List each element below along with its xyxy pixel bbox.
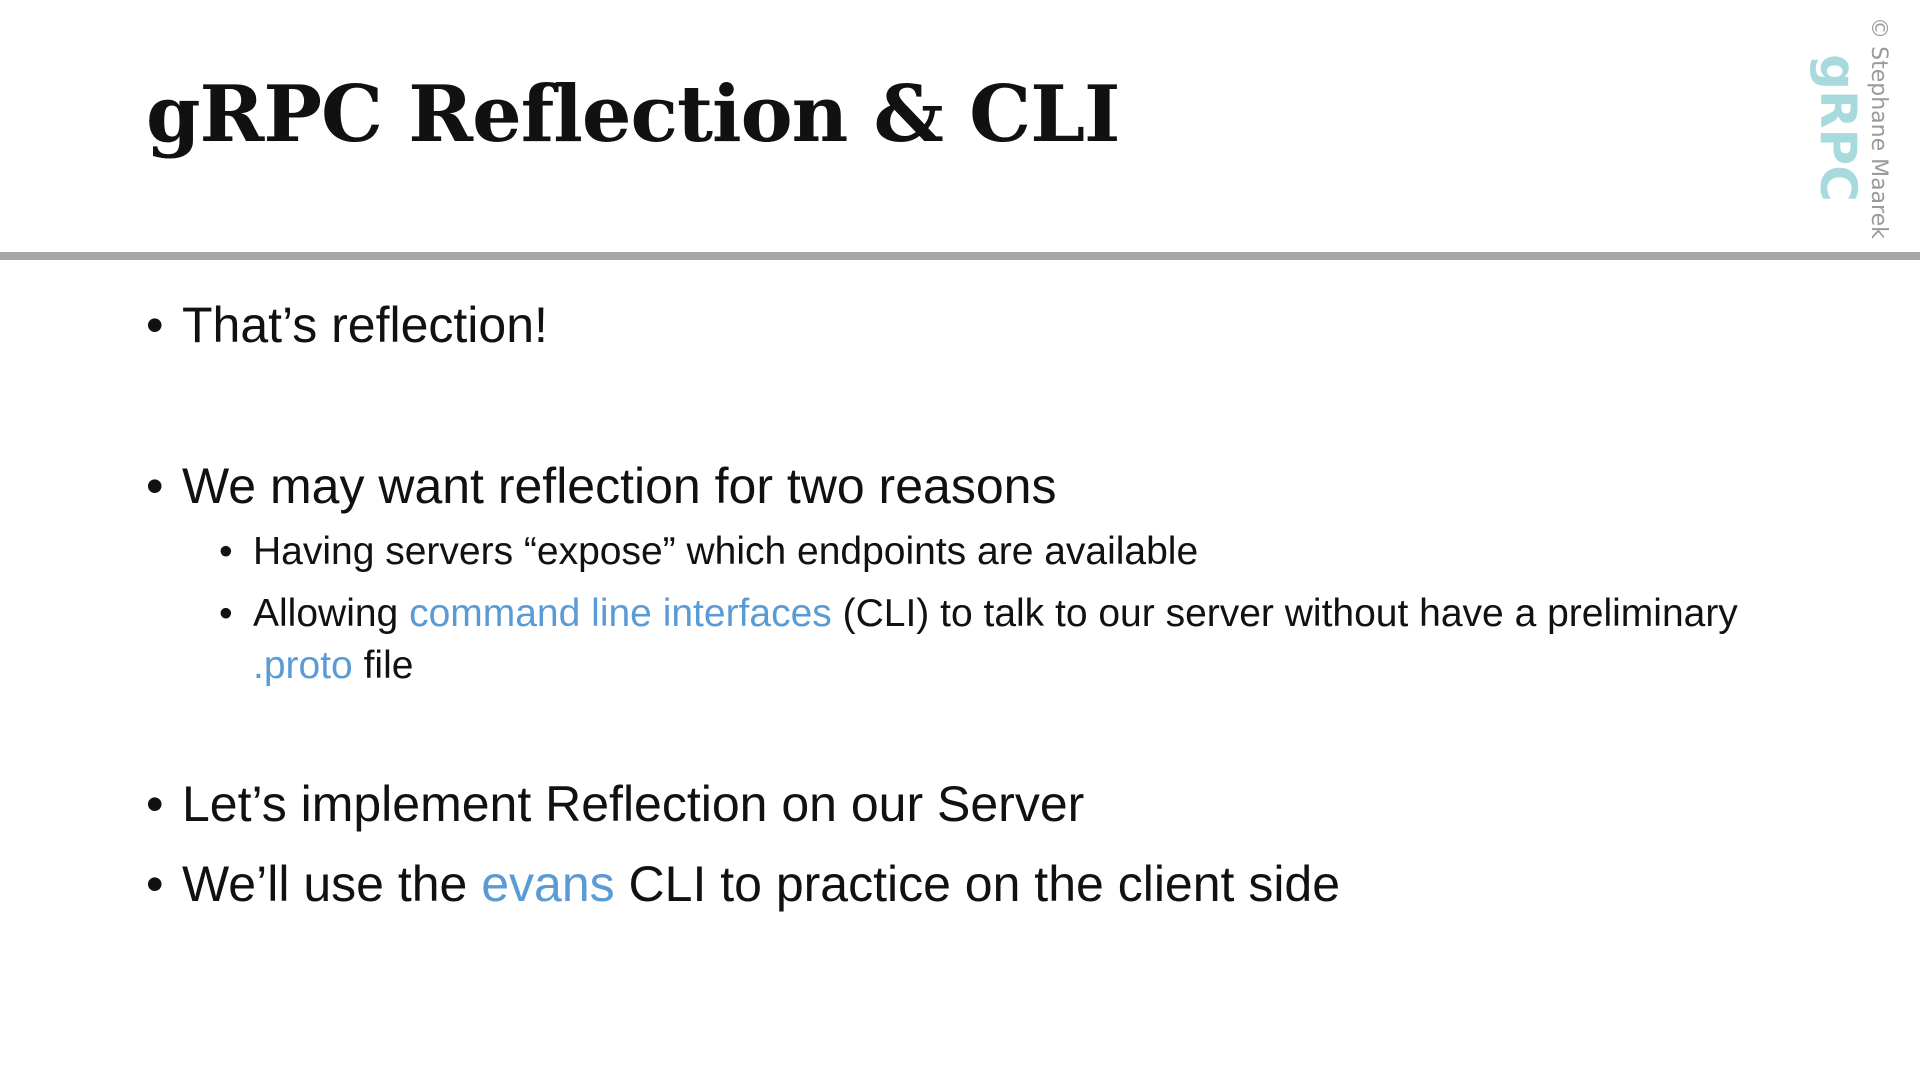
bullet-marker: • <box>146 856 164 912</box>
grpc-logo-text: gRPC <box>1809 54 1868 202</box>
slide-title: gRPC Reflection & CLI <box>146 69 1121 160</box>
copyright-text: © Stephane Maarek <box>1866 17 1892 239</box>
bullet-marker: • <box>146 297 164 353</box>
text-segment: We’ll use the <box>182 856 482 912</box>
highlight-evans: evans <box>481 856 615 912</box>
sub-bullet-text: Having servers “expose” which endpoints … <box>253 530 1199 573</box>
bullet-item-reasons: • We may want reflection for two reasons <box>146 455 1056 517</box>
sub-bullet-marker: • <box>219 592 233 635</box>
bullet-text: That’s reflection! <box>182 297 548 353</box>
text-segment: file <box>352 644 414 687</box>
highlight-command-line-interfaces: command line interfaces <box>409 592 832 635</box>
text-segment: Allowing <box>253 592 410 635</box>
sub-bullet-text: Allowing command line interfaces (CLI) t… <box>253 588 1753 692</box>
bullet-marker: • <box>146 458 164 514</box>
bullet-item-implement: • Let’s implement Reflection on our Serv… <box>146 773 1084 835</box>
sub-bullet-item-cli: • Allowing command line interfaces (CLI)… <box>219 588 1753 692</box>
highlight-proto: .proto <box>253 644 353 687</box>
bullet-item-evans: • We’ll use the evans CLI to practice on… <box>146 853 1340 915</box>
bullet-item-reflection: • That’s reflection! <box>146 294 548 356</box>
title-divider <box>0 252 1920 260</box>
sub-bullet-marker: • <box>219 530 233 573</box>
bullet-text: We’ll use the evans CLI to practice on t… <box>182 853 1340 915</box>
bullet-text: Let’s implement Reflection on our Server <box>182 776 1085 832</box>
copyright-notice: © Stephane Maarek <box>1858 12 1898 244</box>
grpc-logo: gRPC <box>1809 54 1867 202</box>
bullet-marker: • <box>146 776 164 832</box>
sub-bullet-item-expose: • Having servers “expose” which endpoint… <box>219 526 1198 578</box>
text-segment: (CLI) to talk to our server without have… <box>831 592 1738 635</box>
bullet-text: We may want reflection for two reasons <box>182 458 1057 514</box>
text-segment: CLI to practice on the client side <box>614 856 1341 912</box>
